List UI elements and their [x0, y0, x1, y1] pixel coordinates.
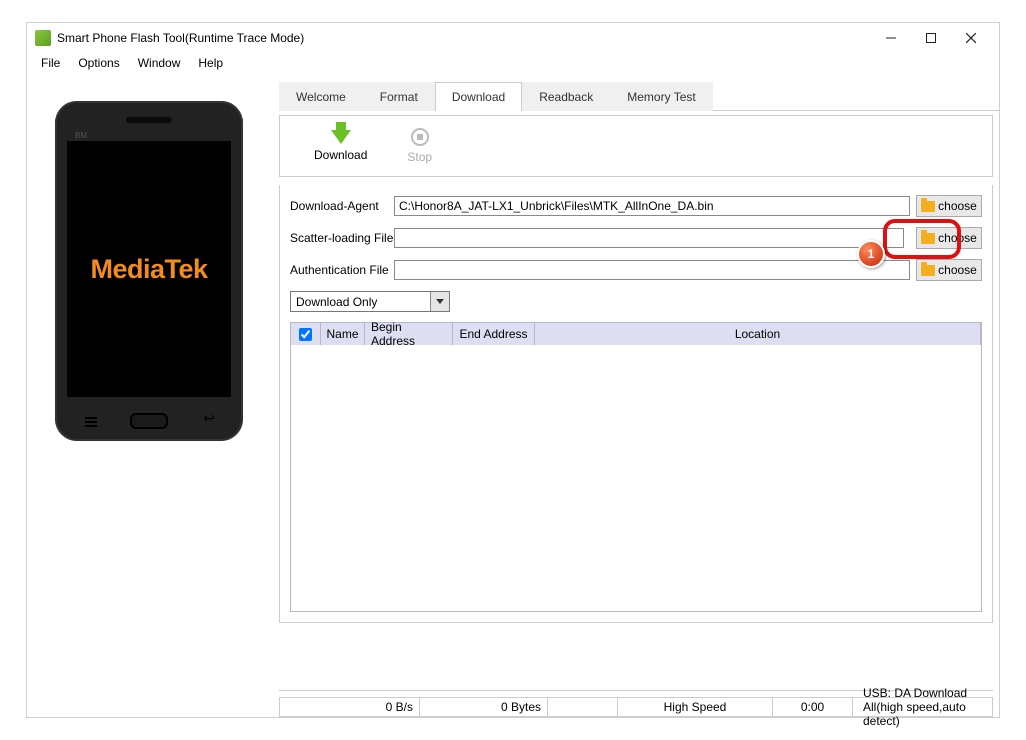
auth-file-label: Authentication File [290, 263, 394, 277]
download-arrow-icon [331, 130, 351, 144]
maximize-button[interactable] [911, 24, 951, 52]
download-mode-dropdown[interactable]: Download Only [290, 291, 450, 312]
mediatek-logo: MediaTek [90, 254, 207, 285]
tab-strip: Welcome Format Download Readback Memory … [279, 81, 999, 111]
phone-home-icon [130, 413, 168, 429]
menu-bar: File Options Window Help [27, 53, 999, 73]
menu-help[interactable]: Help [190, 54, 231, 72]
status-time: 0:00 [773, 698, 853, 716]
left-pane: BM MediaTek ↩ [27, 75, 279, 717]
close-button[interactable] [951, 24, 991, 52]
column-name: Name [321, 323, 365, 345]
stop-button[interactable]: Stop [407, 128, 432, 164]
download-agent-input[interactable] [394, 196, 910, 216]
scatter-file-input[interactable] [394, 228, 904, 248]
status-rate: 0 B/s [280, 698, 420, 716]
minimize-button[interactable] [871, 24, 911, 52]
menu-window[interactable]: Window [130, 54, 189, 72]
phone-menu-icon [85, 417, 97, 425]
column-checkbox[interactable] [291, 323, 321, 345]
column-location: Location [535, 323, 981, 345]
status-bar: 0 B/s 0 Bytes High Speed 0:00 USB: DA Do… [279, 697, 993, 717]
tab-memory-test[interactable]: Memory Test [610, 82, 712, 111]
status-bytes: 0 Bytes [420, 698, 548, 716]
menu-options[interactable]: Options [70, 54, 127, 72]
download-label: Download [314, 148, 367, 162]
download-agent-label: Download-Agent [290, 199, 394, 213]
toolbar: Download Stop [279, 115, 993, 177]
status-speed: High Speed [618, 698, 773, 716]
download-button[interactable]: Download [314, 130, 367, 162]
app-window: Smart Phone Flash Tool(Runtime Trace Mod… [26, 22, 1000, 718]
download-agent-choose-button[interactable]: choose [916, 195, 982, 217]
stop-icon [411, 128, 429, 146]
tab-welcome[interactable]: Welcome [279, 82, 363, 111]
form-area: Download-Agent choose Scatter-loading Fi… [279, 185, 993, 623]
download-mode-value: Download Only [296, 295, 377, 309]
title-bar: Smart Phone Flash Tool(Runtime Trace Mod… [27, 23, 999, 53]
window-title: Smart Phone Flash Tool(Runtime Trace Mod… [57, 31, 871, 45]
folder-icon [921, 201, 935, 212]
auth-file-input[interactable] [394, 260, 910, 280]
auth-file-choose-button[interactable]: choose [916, 259, 982, 281]
app-icon [35, 30, 51, 46]
right-pane: Welcome Format Download Readback Memory … [279, 75, 999, 717]
phone-bm-label: BM [75, 131, 87, 140]
column-begin-address: Begin Address [365, 323, 453, 345]
tab-format[interactable]: Format [363, 82, 435, 111]
folder-icon [921, 265, 935, 276]
phone-back-icon: ↩ [203, 410, 215, 427]
scatter-file-choose-button[interactable]: choose [916, 227, 982, 249]
column-end-address: End Address [453, 323, 535, 345]
folder-icon [921, 233, 935, 244]
phone-illustration: BM MediaTek ↩ [55, 101, 243, 441]
menu-file[interactable]: File [33, 54, 68, 72]
status-usb: USB: DA Download All(high speed,auto det… [853, 698, 992, 716]
select-all-checkbox[interactable] [299, 328, 312, 341]
scatter-file-label: Scatter-loading File [290, 231, 394, 245]
partition-table: Name Begin Address End Address Location [290, 322, 982, 612]
tab-readback[interactable]: Readback [522, 82, 610, 111]
tab-download[interactable]: Download [435, 82, 522, 111]
stop-label: Stop [407, 150, 432, 164]
status-blank [548, 698, 618, 716]
chevron-down-icon [436, 299, 444, 304]
